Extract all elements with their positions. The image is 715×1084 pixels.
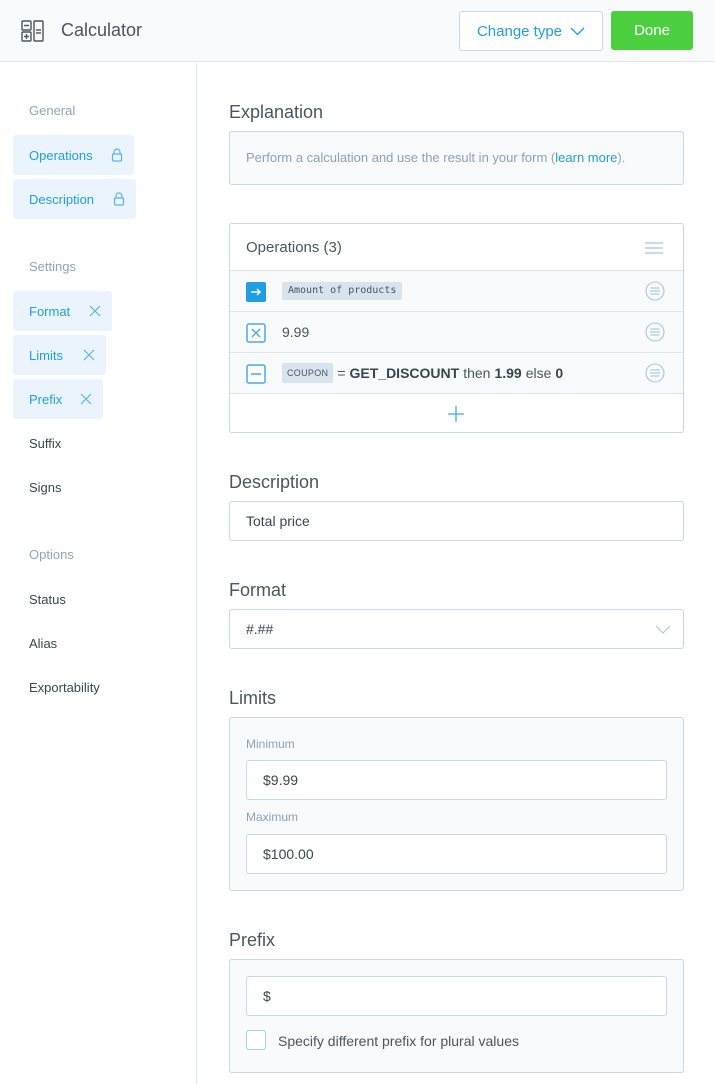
minimum-input[interactable]: $9.99 [246, 760, 667, 800]
operation-then-value: 1.99 [494, 365, 522, 381]
sidebar-item-status[interactable]: Status [29, 592, 66, 607]
sidebar-item-operations[interactable]: Operations [13, 135, 134, 175]
sidebar-item-description[interactable]: Description [13, 179, 136, 219]
sidebar-heading-general: General [29, 103, 76, 118]
operation-else: else [525, 365, 552, 381]
maximum-value: $100.00 [263, 846, 314, 862]
maximum-input[interactable]: $100.00 [246, 834, 667, 874]
explanation-title: Explanation [229, 102, 324, 122]
plural-prefix-checkbox[interactable] [246, 1030, 266, 1050]
close-icon[interactable] [82, 348, 96, 362]
sidebar-item-alias[interactable]: Alias [29, 636, 57, 651]
operations-panel: Operations (3) Amount of products 9.99 C… [229, 223, 684, 433]
app-title: Calculator [61, 20, 143, 40]
description-title: Description [229, 472, 320, 492]
explanation-text: Perform a calculation and use the result… [246, 150, 556, 165]
field-tag: COUPON [282, 363, 334, 383]
explanation-box: Perform a calculation and use the result… [229, 131, 684, 185]
sidebar-item-suffix[interactable]: Suffix [29, 436, 61, 451]
prefix-input[interactable]: $ [246, 976, 667, 1016]
sidebar-item-signs[interactable]: Signs [29, 480, 62, 495]
explanation-text-end: ). [617, 150, 626, 165]
lock-icon [113, 192, 125, 206]
operation-else-value: 0 [555, 365, 564, 381]
sidebar-heading-options: Options [29, 547, 74, 562]
operations-header: Operations (3) [230, 224, 683, 271]
done-button[interactable]: Done [611, 11, 693, 50]
prefix-value: $ [263, 988, 271, 1004]
menu-icon[interactable] [645, 241, 663, 255]
operation-row[interactable]: 9.99 [230, 312, 683, 353]
sidebar-heading-settings: Settings [29, 259, 76, 274]
sidebar-item-limits[interactable]: Limits [13, 335, 106, 375]
format-select[interactable]: #.## [229, 609, 684, 649]
operation-then: then [463, 365, 491, 381]
operation-value: 9.99 [282, 324, 310, 340]
operation-row[interactable]: Amount of products [230, 271, 683, 312]
description-input[interactable]: Total price [229, 501, 684, 541]
learn-more-link[interactable]: learn more [555, 150, 617, 165]
prefix-title: Prefix [229, 930, 276, 950]
lock-icon [111, 148, 123, 162]
chevron-down-icon [655, 625, 671, 634]
sidebar-item-label: Limits [29, 347, 63, 363]
format-title: Format [229, 580, 287, 600]
drag-handle-icon[interactable] [645, 281, 665, 301]
plus-icon [448, 406, 464, 422]
header-bar: Calculator Change type Done [0, 0, 715, 62]
limits-title: Limits [229, 688, 277, 708]
close-icon[interactable] [79, 392, 93, 406]
operation-content: Amount of products [282, 281, 403, 301]
minimum-label: Minimum [246, 737, 295, 751]
close-icon[interactable] [88, 304, 102, 318]
plural-prefix-label[interactable]: Specify different prefix for plural valu… [278, 1033, 519, 1049]
sidebar-item-label: Description [29, 191, 95, 207]
operation-content: COUPON = GET_DISCOUNT then 1.99 else 0 [282, 363, 563, 383]
description-value: Total price [246, 513, 310, 529]
drag-handle-icon[interactable] [645, 322, 665, 342]
multiply-icon[interactable] [246, 323, 266, 343]
drag-handle-icon[interactable] [645, 363, 665, 383]
sidebar-item-label: Prefix [29, 391, 63, 407]
minimum-value: $9.99 [263, 772, 299, 788]
sidebar-item-label: Format [29, 303, 71, 319]
arrow-right-icon[interactable] [246, 282, 266, 302]
operation-content: 9.99 [282, 322, 309, 342]
sidebar-item-prefix[interactable]: Prefix [13, 379, 103, 419]
change-type-button[interactable]: Change type [459, 11, 603, 51]
calculator-icon [21, 20, 44, 42]
operation-row[interactable]: COUPON = GET_DISCOUNT then 1.99 else 0 [230, 353, 683, 394]
minus-icon[interactable] [246, 364, 266, 384]
operation-condition: GET_DISCOUNT [349, 365, 460, 381]
add-operation-button[interactable] [230, 394, 683, 432]
operations-title: Operations (3) [246, 239, 342, 256]
sidebar-item-format[interactable]: Format [13, 291, 112, 331]
maximum-label: Maximum [246, 810, 299, 824]
change-type-label: Change type [476, 22, 563, 40]
operation-eq: = [337, 365, 346, 381]
sidebar: General Operations Description Settings … [0, 63, 197, 1084]
field-tag: Amount of products [282, 282, 403, 300]
sidebar-item-label: Operations [29, 147, 93, 163]
sidebar-item-exportability[interactable]: Exportability [29, 680, 100, 695]
chevron-down-icon [570, 27, 585, 36]
format-selected-value: #.## [246, 621, 274, 637]
